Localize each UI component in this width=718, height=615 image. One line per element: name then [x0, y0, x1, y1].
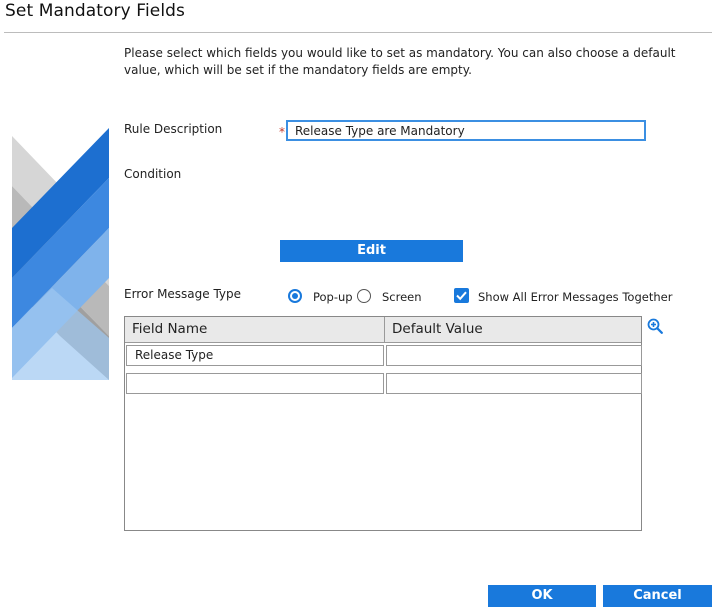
- edit-button[interactable]: Edit: [280, 240, 463, 262]
- intro-text: Please select which fields you would lik…: [124, 46, 676, 77]
- show-all-checkbox[interactable]: [454, 288, 469, 303]
- popup-radio[interactable]: [288, 289, 302, 303]
- dialog-title: Set Mandatory Fields: [5, 1, 186, 21]
- column-header-default-value[interactable]: Default Value: [385, 317, 641, 342]
- required-marker: *: [279, 125, 285, 139]
- rule-description-input[interactable]: [286, 120, 646, 141]
- check-icon: [456, 291, 467, 301]
- mandatory-fields-grid: Field Name Default Value Release Type: [124, 316, 642, 531]
- decorative-graphic: [12, 128, 109, 380]
- popup-radio-label[interactable]: Pop-up: [313, 290, 353, 304]
- grid-header: Field Name Default Value: [125, 317, 641, 343]
- table-row-cell-field-name[interactable]: [126, 373, 384, 394]
- table-row-cell-default-value[interactable]: [386, 373, 642, 394]
- column-header-field-name[interactable]: Field Name: [125, 317, 385, 342]
- screen-radio[interactable]: [357, 289, 371, 303]
- rule-description-label: Rule Description: [124, 122, 223, 136]
- table-row-cell-field-name[interactable]: Release Type: [126, 345, 384, 366]
- condition-label: Condition: [124, 167, 182, 181]
- table-row-cell-default-value[interactable]: [386, 345, 642, 366]
- error-message-type-label: Error Message Type: [124, 287, 242, 301]
- cancel-button[interactable]: Cancel: [603, 585, 712, 607]
- screen-radio-label[interactable]: Screen: [382, 290, 422, 304]
- zoom-in-icon[interactable]: [647, 318, 663, 334]
- show-all-label[interactable]: Show All Error Messages Together: [478, 290, 672, 304]
- ok-button[interactable]: OK: [488, 585, 596, 607]
- title-divider: [4, 32, 712, 33]
